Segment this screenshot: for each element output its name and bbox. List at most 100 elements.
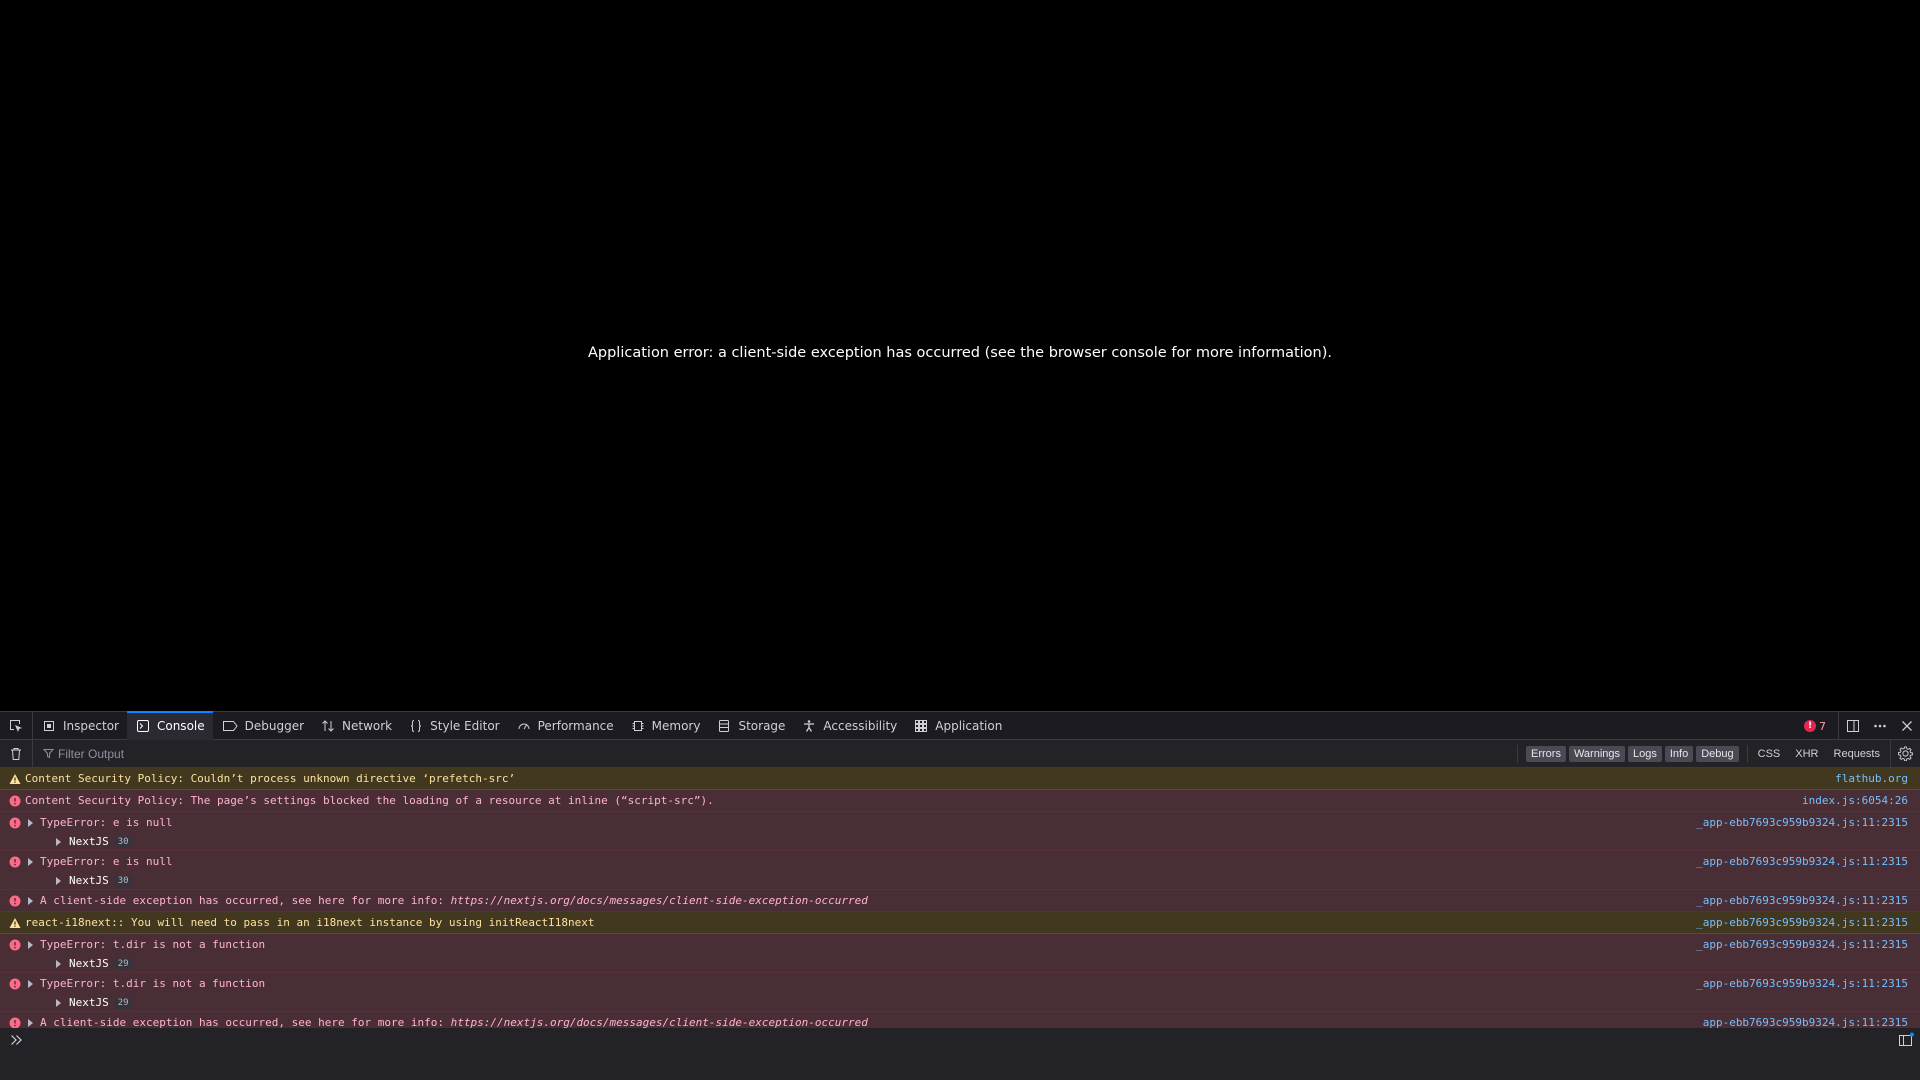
message-text: TypeError: t.dir is not a function: [40, 977, 266, 990]
message-text: A client-side exception has occurred, se…: [40, 894, 451, 907]
stack-group[interactable]: NextJS 30: [0, 872, 1920, 889]
debugger-icon: [222, 721, 238, 731]
console-input-row: [0, 1028, 1920, 1052]
stack-count-badge: 30: [113, 835, 133, 848]
filter-logs-button[interactable]: Logs: [1628, 745, 1662, 762]
tab-memory[interactable]: Memory: [622, 712, 709, 740]
expand-arrow-icon: [28, 858, 33, 866]
close-devtools-button[interactable]: [1893, 712, 1920, 740]
tab-label: Debugger: [244, 719, 305, 733]
message-text: Content Security Policy: The page’s sett…: [25, 794, 714, 807]
tab-label: Performance: [537, 719, 614, 733]
message-source-link[interactable]: _app-ebb7693c959b9324.js:11:2315: [1696, 938, 1908, 951]
tab-application[interactable]: Application: [905, 712, 1010, 740]
tab-label: Inspector: [63, 719, 119, 733]
message-text: TypeError: e is null: [40, 816, 173, 829]
console-icon: [136, 720, 149, 732]
console-output: Content Security Policy: Couldn’t proces…: [0, 768, 1920, 1034]
filter-requests-button[interactable]: Requests: [1834, 748, 1880, 760]
message-source-link[interactable]: _app-ebb7693c959b9324.js:11:2315: [1696, 894, 1908, 907]
expand-arrow-icon: [28, 1019, 33, 1027]
tab-performance[interactable]: Performance: [508, 712, 622, 740]
clear-console-button[interactable]: [0, 739, 33, 768]
filter-css-button[interactable]: CSS: [1758, 748, 1781, 760]
gear-icon: [1898, 746, 1913, 761]
element-picker-icon: [10, 720, 22, 732]
message-source-link[interactable]: _app-ebb7693c959b9324.js:11:2315: [1696, 916, 1908, 929]
stack-count-badge: 30: [113, 874, 133, 887]
expand-arrow-icon: [56, 959, 61, 968]
console-message-warning: react-i18next:: You will need to pass in…: [0, 912, 1920, 934]
stack-group[interactable]: NextJS 29: [0, 994, 1920, 1011]
error-icon: [9, 939, 21, 951]
style-editor-icon: [411, 720, 422, 732]
message-url-link[interactable]: https://nextjs.org/docs/messages/client-…: [451, 894, 868, 907]
message-source-link[interactable]: _app-ebb7693c959b9324.js:11:2315: [1696, 855, 1908, 868]
tab-inspector[interactable]: Inspector: [33, 712, 127, 740]
message-source-link[interactable]: _app-ebb7693c959b9324.js:11:2315: [1696, 816, 1908, 829]
devtools-panel: Inspector Console Debugger Network Style…: [0, 711, 1920, 1080]
filter-debug-button[interactable]: Debug: [1696, 745, 1739, 762]
dock-side-icon: [1846, 720, 1859, 732]
message-expander[interactable]: TypeError: t.dir is not a function: [0, 938, 265, 951]
filter-warnings-button[interactable]: Warnings: [1568, 745, 1626, 762]
filter-info-button[interactable]: Info: [1664, 745, 1694, 762]
message-source-link[interactable]: _app-ebb7693c959b9324.js:11:2315: [1696, 977, 1908, 990]
message-source-link[interactable]: flathub.org: [1835, 772, 1908, 785]
tab-console[interactable]: Console: [126, 711, 213, 740]
extra-filters: CSS XHR Requests: [1746, 744, 1890, 763]
error-icon: [9, 817, 21, 829]
trash-icon: [11, 747, 21, 760]
error-count: 7: [1819, 719, 1826, 733]
tab-label: Storage: [738, 719, 786, 733]
stack-group-label: NextJS: [69, 835, 109, 848]
error-icon: [9, 895, 21, 907]
message-expander[interactable]: A client-side exception has occurred, se…: [0, 894, 868, 907]
storage-icon: [719, 720, 730, 732]
error-icon: !: [1804, 720, 1816, 732]
console-settings-button[interactable]: [1890, 739, 1920, 768]
filter-icon: [43, 749, 54, 759]
console-input[interactable]: [32, 1033, 1920, 1047]
log-level-filters: Errors Warnings Logs Info Debug: [1517, 744, 1747, 763]
stack-group[interactable]: NextJS 30: [0, 833, 1920, 850]
expand-arrow-icon: [56, 837, 61, 846]
expand-arrow-icon: [56, 998, 61, 1007]
tab-debugger[interactable]: Debugger: [213, 712, 312, 740]
message-expander[interactable]: TypeError: e is null: [0, 816, 172, 829]
tab-label: Network: [342, 719, 393, 733]
error-icon: [9, 978, 21, 990]
console-message-error: TypeError: e is null _app-ebb7693c959b93…: [0, 812, 1920, 851]
tab-style-editor[interactable]: Style Editor: [400, 712, 507, 740]
filter-output-input[interactable]: [58, 746, 358, 761]
tab-label: Memory: [651, 719, 701, 733]
filter-xhr-button[interactable]: XHR: [1795, 748, 1818, 760]
filter-output-field[interactable]: [33, 740, 1517, 768]
toolbar-right: ! 7: [1796, 712, 1920, 740]
tab-storage[interactable]: Storage: [708, 712, 793, 740]
message-expander[interactable]: TypeError: t.dir is not a function: [0, 977, 265, 990]
dock-side-button[interactable]: [1839, 712, 1866, 740]
stack-group-label: NextJS: [69, 957, 109, 970]
message-text: TypeError: t.dir is not a function: [40, 938, 266, 951]
message-text: Content Security Policy: Couldn’t proces…: [25, 772, 516, 785]
console-filter-bar: Errors Warnings Logs Info Debug CSS XHR …: [0, 739, 1920, 768]
more-options-button[interactable]: [1866, 712, 1893, 740]
editor-mode-toggle-icon[interactable]: [1898, 1032, 1914, 1048]
message-expander[interactable]: TypeError: e is null: [0, 855, 172, 868]
tab-accessibility[interactable]: Accessibility: [793, 712, 905, 740]
console-message-error: A client-side exception has occurred, se…: [0, 890, 1920, 912]
message-source-link[interactable]: index.js:6054:26: [1802, 794, 1908, 807]
error-icon: [9, 795, 21, 807]
tab-label: Accessibility: [823, 719, 898, 733]
stack-group[interactable]: NextJS 29: [0, 955, 1920, 972]
filter-errors-button[interactable]: Errors: [1526, 745, 1566, 762]
prompt-chevron-icon: [11, 1035, 22, 1045]
tab-label: Application: [935, 719, 1003, 733]
element-picker-button[interactable]: [0, 712, 33, 740]
tab-label: Console: [156, 719, 205, 733]
error-count-button[interactable]: ! 7: [1796, 712, 1839, 740]
console-message-error: TypeError: t.dir is not a function _app-…: [0, 934, 1920, 973]
page-viewport: Application error: a client-side excepti…: [0, 0, 1920, 711]
tab-network[interactable]: Network: [312, 712, 400, 740]
